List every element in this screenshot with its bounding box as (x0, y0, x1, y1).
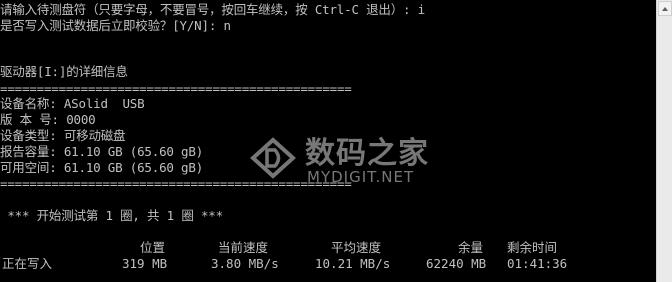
mydigit-watermark: 数码之家 MYDIGIT.NET (247, 124, 447, 192)
available-space: 可用空间: 61.10 GB (65.60 gB) (0, 160, 204, 175)
drive-info-title: 驱动器[I:]的详细信息 (0, 64, 128, 79)
prompt-verify: 是否写入测试数据后立即校验？[Y/N]: n (0, 18, 231, 33)
progress-table-row: 正在写入 319 MB 3.80 MB/s 10.21 MB/s 62240 M… (0, 256, 640, 272)
progress-table-header: 位置 当前速度 平均速度 余量 剩余时间 (0, 240, 640, 256)
row-current-speed: 3.80 MB/s (211, 256, 279, 271)
test-round-banner: *** 开始测试第 1 圈, 共 1 圈 *** (0, 208, 223, 223)
console-window: 请输入待测盘符（只要字母，不要冒号，按回车继续，按 Ctrl-C 退出）: i … (0, 0, 656, 282)
row-remaining-time: 01:41:36 (507, 256, 568, 271)
row-status: 正在写入 (2, 256, 53, 271)
header-remaining: 余量 (458, 240, 484, 255)
header-remaining-time: 剩余时间 (507, 240, 558, 255)
prompt-drive-letter: 请输入待测盘符（只要字母，不要冒号，按回车继续，按 Ctrl-C 退出）: i (0, 2, 425, 17)
row-position: 319 MB (122, 256, 168, 271)
header-current-speed: 当前速度 (218, 240, 269, 255)
version-number: 版 本 号: 0000 (0, 112, 96, 127)
screen: 请输入待测盘符（只要字母，不要冒号，按回车继续，按 Ctrl-C 退出）: i … (0, 0, 672, 282)
vertical-scrollbar[interactable] (656, 0, 672, 282)
header-average-speed: 平均速度 (331, 240, 382, 255)
separator-top: ========================================… (0, 81, 352, 96)
scroll-up-icon[interactable] (658, 1, 672, 16)
reported-capacity: 报告容量: 61.10 GB (65.60 gB) (0, 144, 204, 159)
watermark-brand: 数码之家 (305, 136, 429, 171)
device-name: 设备名称: ASolid USB (0, 96, 145, 111)
device-type: 设备类型: 可移动磁盘 (0, 128, 126, 143)
row-remaining: 62240 MB (426, 256, 487, 271)
mydigit-logo-icon (250, 137, 296, 179)
watermark-url: MYDIGIT.NET (307, 168, 415, 186)
header-position: 位置 (140, 240, 166, 255)
row-average-speed: 10.21 MB/s (315, 256, 391, 271)
